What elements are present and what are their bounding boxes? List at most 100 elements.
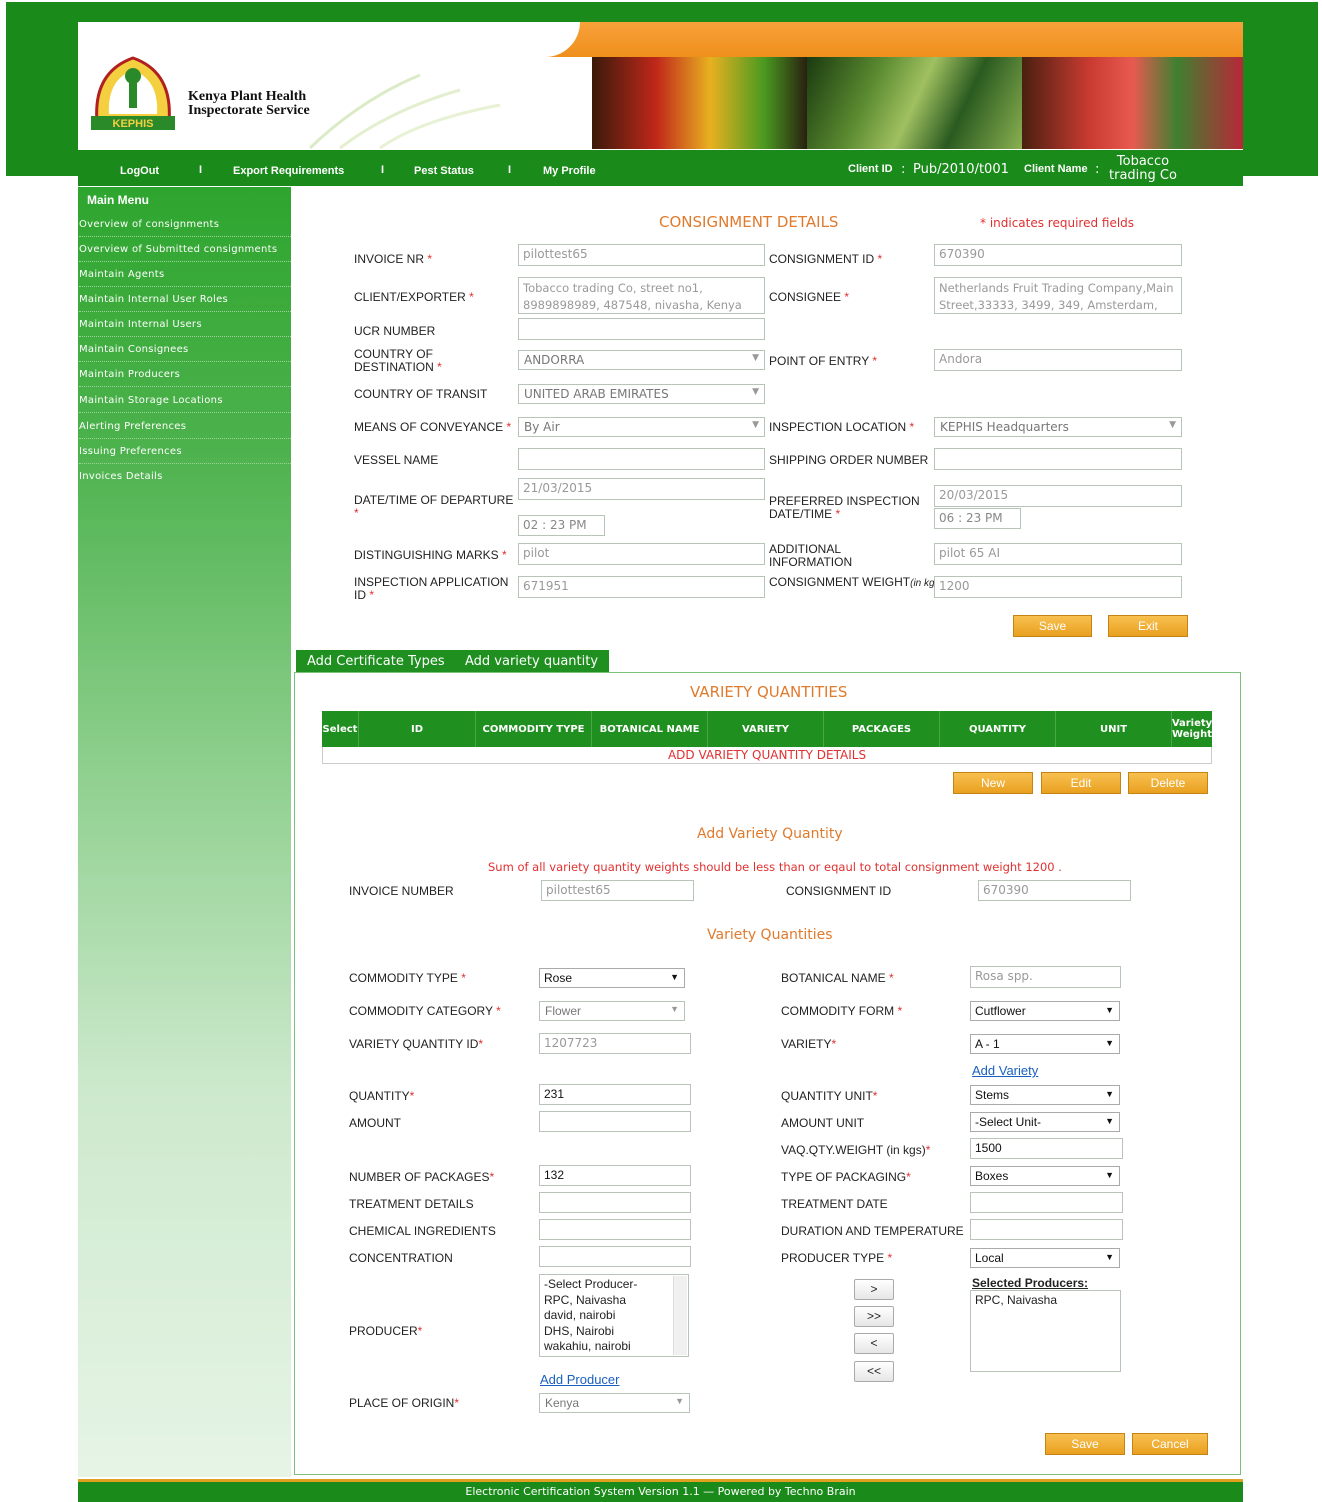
quantity-unit-label: QUANTITY UNIT* bbox=[781, 1089, 878, 1103]
consignment-weight-field[interactable]: 1200 bbox=[934, 576, 1182, 598]
distinguishing-marks-field[interactable]: pilot bbox=[518, 543, 765, 565]
amount-field[interactable] bbox=[539, 1111, 691, 1132]
add-variety-link[interactable]: Add Variety bbox=[972, 1063, 1038, 1078]
logout-link[interactable]: LogOut bbox=[120, 165, 159, 177]
new-button[interactable]: New bbox=[953, 772, 1033, 794]
list-item[interactable]: david, nairobi bbox=[544, 1308, 684, 1324]
botanical-name-field[interactable]: Rosa spp. bbox=[970, 966, 1121, 988]
variety-quantity-id-field[interactable]: 1207723 bbox=[539, 1033, 691, 1054]
consignee-textarea[interactable]: Netherlands Fruit Trading Company,Main St… bbox=[934, 277, 1182, 314]
sidebar-item-overview-submitted[interactable]: Overview of Submitted consignments bbox=[79, 237, 291, 262]
tab-add-certificate-types[interactable]: Add Certificate Types bbox=[296, 650, 456, 673]
departure-label: DATE/TIME OF DEPARTURE * bbox=[354, 493, 514, 520]
sidebar-item-maintain-internal-users[interactable]: Maintain Internal Users bbox=[79, 312, 291, 337]
variety-select[interactable]: A - 1 ▼ bbox=[970, 1034, 1120, 1054]
sidebar-item-maintain-consignees[interactable]: Maintain Consignees bbox=[79, 337, 291, 362]
sidebar-item-alerting-preferences[interactable]: Alerting Preferences bbox=[79, 414, 291, 439]
move-left-button[interactable]: < bbox=[854, 1333, 894, 1354]
treatment-date-field[interactable] bbox=[970, 1192, 1123, 1213]
av-save-button[interactable]: Save bbox=[1045, 1433, 1125, 1455]
amount-unit-select[interactable]: -Select Unit- ▼ bbox=[970, 1112, 1120, 1132]
empty-table-message: ADD VARIETY QUANTITY DETAILS bbox=[322, 747, 1212, 764]
move-all-left-button[interactable]: << bbox=[854, 1361, 894, 1382]
place-of-origin-select[interactable]: Kenya ▼ bbox=[539, 1393, 690, 1413]
country-transit-select[interactable]: UNITED ARAB EMIRATES ▼ bbox=[518, 384, 765, 404]
list-item[interactable]: RPC, Naivasha bbox=[975, 1293, 1116, 1309]
leaves-decoration bbox=[308, 73, 501, 150]
col-unit: UNIT bbox=[1056, 711, 1172, 747]
sidebar-item-issuing-preferences[interactable]: Issuing Preferences bbox=[79, 439, 291, 464]
av-consignment-id-field[interactable]: 670390 bbox=[978, 880, 1131, 901]
sidebar-item-invoices-details[interactable]: Invoices Details bbox=[79, 464, 291, 489]
number-of-packages-field[interactable]: 132 bbox=[539, 1165, 691, 1186]
add-producer-link[interactable]: Add Producer bbox=[540, 1372, 620, 1387]
chevron-down-icon: ▼ bbox=[670, 972, 679, 982]
nav-separator: I bbox=[381, 164, 385, 176]
application-id-field[interactable]: 671951 bbox=[518, 576, 765, 598]
producer-listbox[interactable]: -Select Producer- RPC, Naivasha david, n… bbox=[539, 1274, 689, 1357]
ucr-number-field[interactable] bbox=[518, 318, 765, 340]
point-of-entry-field[interactable]: Andora bbox=[934, 349, 1182, 371]
additional-info-field[interactable]: pilot 65 AI bbox=[934, 543, 1182, 565]
treatment-details-label: TREATMENT DETAILS bbox=[349, 1197, 474, 1211]
commodity-category-select[interactable]: Flower ▼ bbox=[539, 1001, 685, 1021]
col-botanical-name: BOTANICAL NAME bbox=[592, 711, 708, 747]
list-item[interactable]: wakahiu, nairobi bbox=[544, 1339, 684, 1355]
col-variety: VARIETY bbox=[708, 711, 824, 747]
listbox-scrollbar[interactable] bbox=[673, 1276, 687, 1355]
commodity-type-select[interactable]: Rose ▼ bbox=[539, 968, 685, 988]
invoice-number-field[interactable]: pilottest65 bbox=[541, 880, 694, 901]
kephis-logo: KEPHIS bbox=[91, 56, 175, 130]
packaging-type-select[interactable]: Boxes ▼ bbox=[970, 1166, 1120, 1186]
treatment-details-field[interactable] bbox=[539, 1192, 691, 1213]
preferred-inspection-time-field[interactable]: 06 : 23 PM bbox=[934, 508, 1021, 529]
vessel-name-field[interactable] bbox=[518, 448, 765, 470]
footer: Electronic Certification System Version … bbox=[78, 1479, 1243, 1502]
chevron-down-icon: ▼ bbox=[1105, 1252, 1114, 1262]
export-requirements-link[interactable]: Export Requirements bbox=[233, 165, 344, 177]
duration-temperature-field[interactable] bbox=[970, 1219, 1123, 1240]
col-commodity-type: COMMODITY TYPE bbox=[476, 711, 592, 747]
chevron-down-icon: ▼ bbox=[670, 1004, 679, 1014]
consignment-id-field[interactable]: 670390 bbox=[934, 244, 1182, 266]
commodity-form-label: COMMODITY FORM * bbox=[781, 1004, 903, 1018]
departure-time-field[interactable]: 02 : 23 PM bbox=[518, 515, 605, 536]
concentration-field[interactable] bbox=[539, 1246, 691, 1267]
list-item[interactable]: RPC, Naivasha bbox=[544, 1293, 684, 1309]
quantity-unit-select[interactable]: Stems ▼ bbox=[970, 1085, 1120, 1105]
producer-type-select[interactable]: Local ▼ bbox=[970, 1248, 1120, 1268]
client-name-value: Tobacco trading Co bbox=[1109, 154, 1177, 183]
vaq-weight-field[interactable]: 1500 bbox=[970, 1138, 1123, 1159]
list-item[interactable]: -Select Producer- bbox=[544, 1277, 684, 1293]
my-profile-link[interactable]: My Profile bbox=[543, 165, 596, 177]
country-destination-select[interactable]: ANDORRA ▼ bbox=[518, 350, 765, 370]
tab-add-variety-quantity[interactable]: Add variety quantity bbox=[454, 650, 610, 673]
invoice-nr-field[interactable]: pilottest65 bbox=[518, 244, 765, 266]
client-exporter-textarea[interactable]: Tobacco trading Co, street no1, 898989898… bbox=[518, 277, 765, 314]
edit-button[interactable]: Edit bbox=[1041, 772, 1121, 794]
client-exporter-label: CLIENT/EXPORTER * bbox=[354, 290, 474, 304]
move-right-button[interactable]: > bbox=[854, 1279, 894, 1300]
sidebar-item-maintain-agents[interactable]: Maintain Agents bbox=[79, 262, 291, 287]
inspection-location-select[interactable]: KEPHIS Headquarters ▼ bbox=[934, 417, 1182, 437]
pest-status-link[interactable]: Pest Status bbox=[414, 165, 474, 177]
sidebar-item-maintain-storage[interactable]: Maintain Storage Locations bbox=[79, 388, 291, 413]
preferred-inspection-date-field[interactable]: 20/03/2015 bbox=[934, 485, 1182, 507]
move-all-right-button[interactable]: >> bbox=[854, 1306, 894, 1327]
chemical-ingredients-field[interactable] bbox=[539, 1219, 691, 1240]
shipping-order-field[interactable] bbox=[934, 448, 1182, 470]
conveyance-select[interactable]: By Air ▼ bbox=[518, 417, 765, 437]
sidebar-item-maintain-user-roles[interactable]: Maintain Internal User Roles bbox=[79, 287, 291, 312]
list-item[interactable]: DHS, Nairobi bbox=[544, 1324, 684, 1340]
save-button[interactable]: Save bbox=[1013, 615, 1092, 637]
departure-date-field[interactable]: 21/03/2015 bbox=[518, 478, 765, 500]
delete-button[interactable]: Delete bbox=[1128, 772, 1208, 794]
quantity-field[interactable]: 231 bbox=[539, 1084, 691, 1105]
commodity-form-select[interactable]: Cutflower ▼ bbox=[970, 1001, 1120, 1021]
sidebar-item-overview-consignments[interactable]: Overview of consignments bbox=[79, 212, 291, 237]
cancel-button[interactable]: Cancel bbox=[1132, 1433, 1208, 1455]
sidebar-item-maintain-producers[interactable]: Maintain Producers bbox=[79, 362, 291, 387]
quantity-label: QUANTITY* bbox=[349, 1089, 415, 1103]
exit-button[interactable]: Exit bbox=[1108, 615, 1188, 637]
selected-producers-listbox[interactable]: RPC, Naivasha bbox=[970, 1290, 1121, 1372]
